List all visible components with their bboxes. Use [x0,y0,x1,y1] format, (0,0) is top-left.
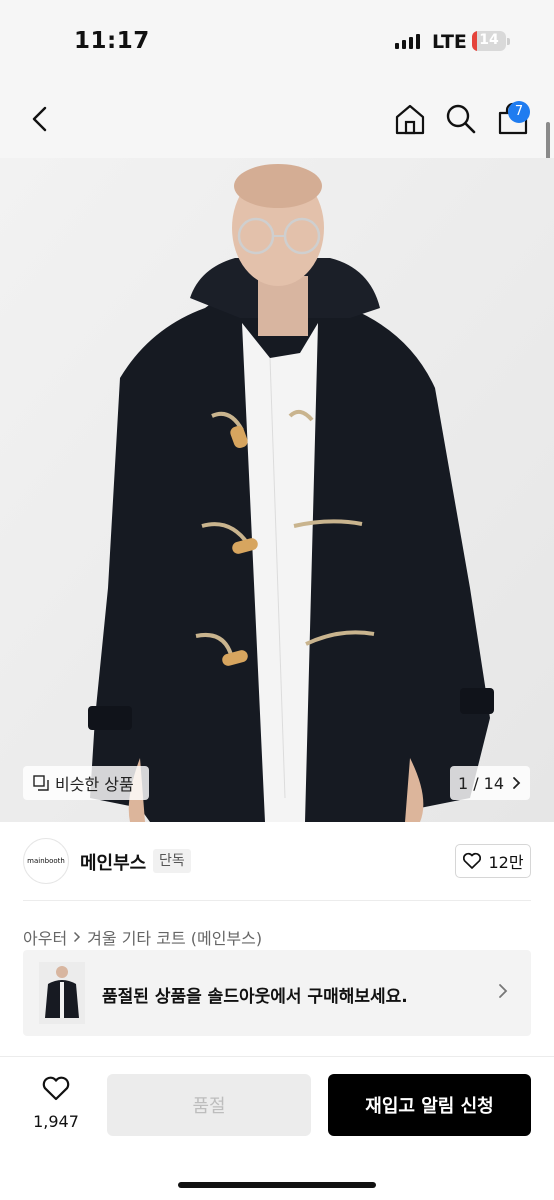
battery-icon: 14 [472,31,506,51]
search-icon [446,104,476,134]
cart-count-badge: 7 [508,101,530,123]
battery-tip [507,38,510,45]
bottom-action-bar: 1,947 품절 재입고 알림 신청 [0,1056,554,1200]
restock-alert-button[interactable]: 재입고 알림 신청 [328,1074,531,1136]
soldout-thumbnail [39,962,85,1024]
similar-products-label: 비슷한 상품 [55,775,134,794]
breadcrumb-product[interactable]: 겨울 기타 코트 (메인부스) [87,925,262,949]
copy-icon [33,775,49,791]
home-button[interactable] [393,102,427,136]
back-button[interactable] [24,102,58,136]
brand-logo[interactable]: mainbooth [23,838,69,884]
brand-logo-text: mainbooth [27,857,65,865]
battery-level: 14 [479,32,499,48]
status-bar: 11:17 LTE 14 [0,0,554,80]
network-label: LTE [432,31,467,53]
home-icon [395,104,425,135]
brand-name[interactable]: 메인부스 [80,849,146,875]
chevron-right-icon [74,931,81,943]
soldout-button: 품절 [107,1074,311,1136]
brand-like-button[interactable]: 12만 [455,844,531,878]
wishlist-button[interactable]: 1,947 [26,1075,86,1131]
heart-icon [463,852,482,869]
similar-products-button[interactable]: 비슷한 상품 [23,766,149,800]
home-indicator[interactable] [178,1182,376,1188]
chevron-right-icon [499,984,508,998]
product-photo [0,158,554,822]
exclusive-badge: 단독 [153,849,191,873]
wishlist-count: 1,947 [33,1112,79,1131]
status-time: 11:17 [74,28,150,54]
brand-like-count: 12만 [488,853,524,872]
search-button[interactable] [444,102,478,136]
product-image[interactable] [0,158,554,822]
brand-row: mainbooth 메인부스 단독 12만 [0,822,554,900]
coat-thumbnail [39,962,85,1024]
signal-icon [395,33,420,49]
soldout-banner-text: 품절된 상품을 솔드아웃에서 구매해보세요. [102,987,408,1007]
breadcrumb-category[interactable]: 아우터 [23,925,67,949]
gallery-page-indicator: 1 / 14 [457,773,505,793]
chevron-right-icon [513,777,521,789]
breadcrumb: 아우터 겨울 기타 코트 (메인부스) [23,925,262,949]
gallery-page-button[interactable]: 1 / 14 [450,766,530,800]
top-nav [0,80,554,158]
soldout-banner[interactable]: 품절된 상품을 솔드아웃에서 구매해보세요. [23,950,531,1036]
heart-icon [42,1076,70,1101]
divider [23,900,531,901]
chevron-left-icon [32,106,47,132]
